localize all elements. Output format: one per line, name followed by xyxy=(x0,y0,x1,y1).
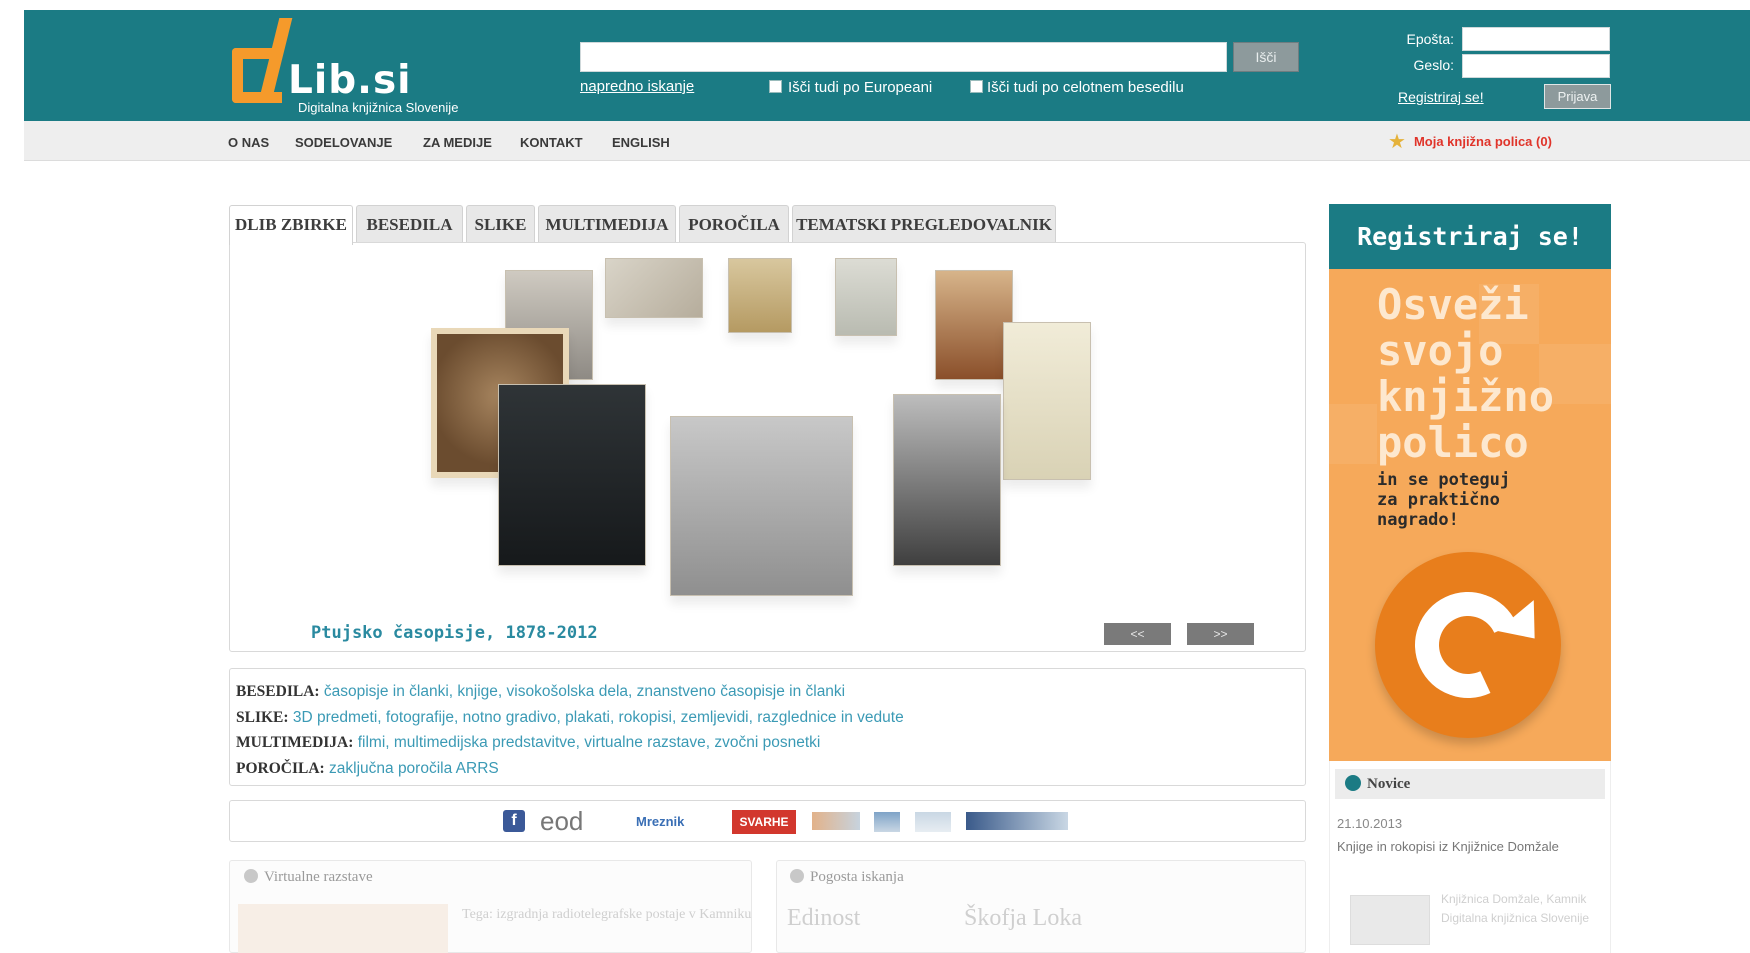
category-row-multimedija: MULTIMEDIJA: filmi, multimedijska predst… xyxy=(236,730,1299,756)
advanced-search-link[interactable]: napredno iskanje xyxy=(580,78,694,95)
tab-porocila[interactable]: POROČILA xyxy=(679,205,789,243)
circle-bullet-icon xyxy=(244,869,258,883)
promo-tile xyxy=(1329,404,1377,464)
my-shelf-link[interactable]: ★ Moja knjižna polica (0) xyxy=(1388,131,1552,151)
europeana-checkbox[interactable] xyxy=(769,80,782,93)
category-label: SLIKE: xyxy=(236,708,289,726)
search-button[interactable]: Išči xyxy=(1233,42,1299,72)
dlib-logo[interactable]: Lib.si Digitalna knjižnica Slovenije xyxy=(232,18,502,118)
tab-slike[interactable]: SLIKE xyxy=(466,205,535,243)
carousel-photo-newspapers[interactable] xyxy=(670,416,853,596)
carousel-photo-handwriting[interactable] xyxy=(1003,322,1091,480)
category-links[interactable]: filmi, multimedijska predstavitve, virtu… xyxy=(358,734,821,751)
promo-line: Osveži xyxy=(1377,280,1529,329)
news-header: Novice xyxy=(1335,769,1605,799)
category-links[interactable]: 3D predmeti, fotografije, notno gradivo,… xyxy=(293,709,904,726)
carousel-photo-poster[interactable] xyxy=(728,258,792,333)
category-links[interactable]: časopisje in članki, knjige, visokošolsk… xyxy=(324,683,845,700)
category-label: BESEDILA: xyxy=(236,683,320,700)
promo-headline: Osveži svojo knjižno polico xyxy=(1377,282,1554,466)
promo-line: polico xyxy=(1377,418,1529,467)
fulltext-checkbox[interactable] xyxy=(970,80,983,93)
carousel-photo-map[interactable] xyxy=(835,258,897,336)
category-row-porocila: POROČILA: zaključna poročila ARRS xyxy=(236,756,1299,782)
circle-bullet-icon xyxy=(790,869,804,883)
category-links[interactable]: zaključna poročila ARRS xyxy=(329,760,499,777)
news-date: 21.10.2013 xyxy=(1337,816,1403,831)
nav-item-sodelovanje[interactable]: SODELOVANJE xyxy=(295,135,392,150)
partner-logo-a[interactable] xyxy=(812,812,860,830)
category-label: MULTIMEDIJA: xyxy=(236,734,354,751)
frequent-searches-title: Pogosta iskanja xyxy=(790,869,904,886)
carousel-caption[interactable]: Ptujsko časopisje, 1878-2012 xyxy=(311,623,598,643)
search-tag-edinost[interactable]: Edinost xyxy=(787,905,860,932)
tab-multimedija[interactable]: MULTIMEDIJA xyxy=(538,205,676,243)
category-label: POROČILA: xyxy=(236,759,325,777)
partner-logo-b[interactable] xyxy=(874,812,900,832)
carousel-photo-man-cap[interactable] xyxy=(893,394,1001,566)
virtual-exhibition-text[interactable]: Tega: izgradnja radiotelegrafske postaje… xyxy=(462,905,752,925)
news-snippet: Knjižnica Domžale, Kamnik Digitalna knji… xyxy=(1441,892,1590,925)
tab-tematski-pregledovalnik[interactable]: TEMATSKI PREGLEDOVALNIK xyxy=(792,205,1056,243)
eod-logo[interactable]: eod xyxy=(540,806,583,837)
tab-besedila[interactable]: BESEDILA xyxy=(356,205,463,243)
virtual-exhibitions-title: Virtualne razstave xyxy=(244,869,373,886)
promo-header[interactable]: Registriraj se! xyxy=(1329,204,1611,269)
nav-item-kontakt[interactable]: KONTAKT xyxy=(520,135,583,150)
virtual-exhibitions-heading: Virtualne razstave xyxy=(264,869,373,885)
category-row-besedila: BESEDILA: časopisje in članki, knjige, v… xyxy=(236,679,1299,705)
register-link[interactable]: Registriraj se! xyxy=(1398,89,1484,105)
promo-subline: in se poteguj xyxy=(1377,470,1511,490)
partner-logo-d[interactable] xyxy=(966,812,1068,830)
password-label: Geslo: xyxy=(1413,57,1454,73)
news-headline[interactable]: Knjige in rokopisi iz Knjižnice Domžale xyxy=(1337,837,1599,857)
logo-text: Lib.si xyxy=(288,58,412,103)
promo-subtext: in se poteguj za praktično nagrado! xyxy=(1377,470,1510,530)
logo-subtitle: Digitalna knjižnica Slovenije xyxy=(298,100,459,115)
password-field[interactable] xyxy=(1462,54,1610,78)
email-field[interactable] xyxy=(1462,27,1610,51)
circle-bullet-icon xyxy=(1345,775,1361,791)
fulltext-label: Išči tudi po celotnem besedilu xyxy=(987,79,1184,96)
refresh-icon xyxy=(1375,552,1561,738)
promo-line: svojo xyxy=(1377,326,1504,375)
carousel-prev-button[interactable]: << xyxy=(1104,623,1171,645)
carousel-photo-manuscript[interactable] xyxy=(935,270,1013,380)
email-label: Epošta: xyxy=(1406,31,1454,47)
tab-dlib-zbirke[interactable]: DLIB ZBIRKE xyxy=(229,205,353,245)
search-input[interactable] xyxy=(580,42,1227,72)
promo-subline: za praktično xyxy=(1377,490,1500,510)
carousel-photo-document[interactable] xyxy=(605,258,703,318)
star-icon: ★ xyxy=(1388,129,1406,153)
category-links-box: BESEDILA: časopisje in članki, knjige, v… xyxy=(229,668,1306,786)
nav-item-english[interactable]: ENGLISH xyxy=(612,135,670,150)
virtual-exhibition-thumbnail[interactable] xyxy=(238,904,448,953)
carousel-next-button[interactable]: >> xyxy=(1187,623,1254,645)
login-button[interactable]: Prijava xyxy=(1544,84,1611,109)
promo-line: knjižno xyxy=(1377,372,1555,421)
svarhe-logo[interactable]: SVARHE xyxy=(732,810,796,834)
nav-item-za-medije[interactable]: ZA MEDIJE xyxy=(423,135,492,150)
partner-logo-c[interactable] xyxy=(915,812,951,832)
promo-subline: nagrado! xyxy=(1377,510,1459,530)
register-promo-banner[interactable]: Registriraj se! Osveži svojo knjižno pol… xyxy=(1329,204,1611,761)
news-title: Novice xyxy=(1367,776,1411,792)
category-row-slike: SLIKE: 3D predmeti, fotografije, notno g… xyxy=(236,705,1299,731)
mreznik-logo[interactable]: Mreznik xyxy=(636,814,684,829)
frequent-searches-heading: Pogosta iskanja xyxy=(810,869,904,885)
europeana-label: Išči tudi po Europeani xyxy=(788,79,933,96)
news-thumbnail[interactable] xyxy=(1350,895,1430,945)
my-shelf-label: Moja knjižna polica (0) xyxy=(1413,133,1552,149)
carousel-photo-lock[interactable] xyxy=(498,384,646,566)
search-tag-skofja-loka[interactable]: Škofja Loka xyxy=(964,905,1082,932)
nav-item-o-nas[interactable]: O NAS xyxy=(228,135,269,150)
facebook-icon[interactable]: f xyxy=(503,810,525,832)
